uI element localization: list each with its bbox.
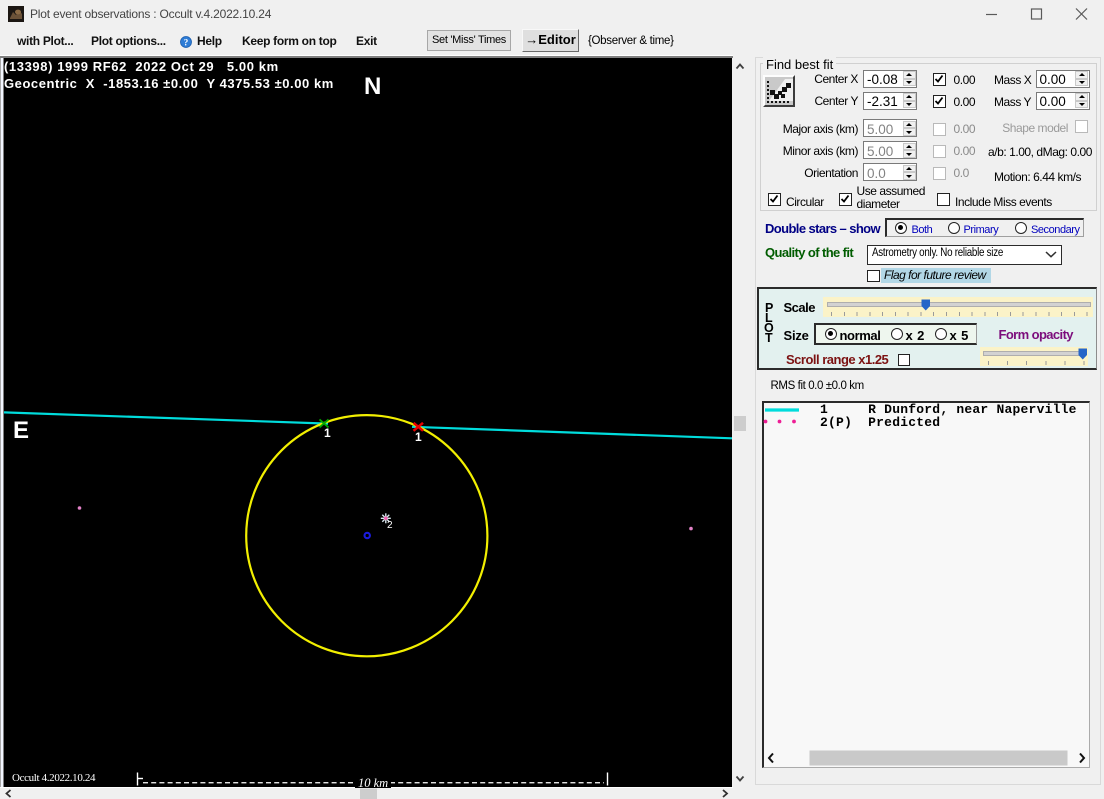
svg-text:?: ? <box>184 38 189 48</box>
